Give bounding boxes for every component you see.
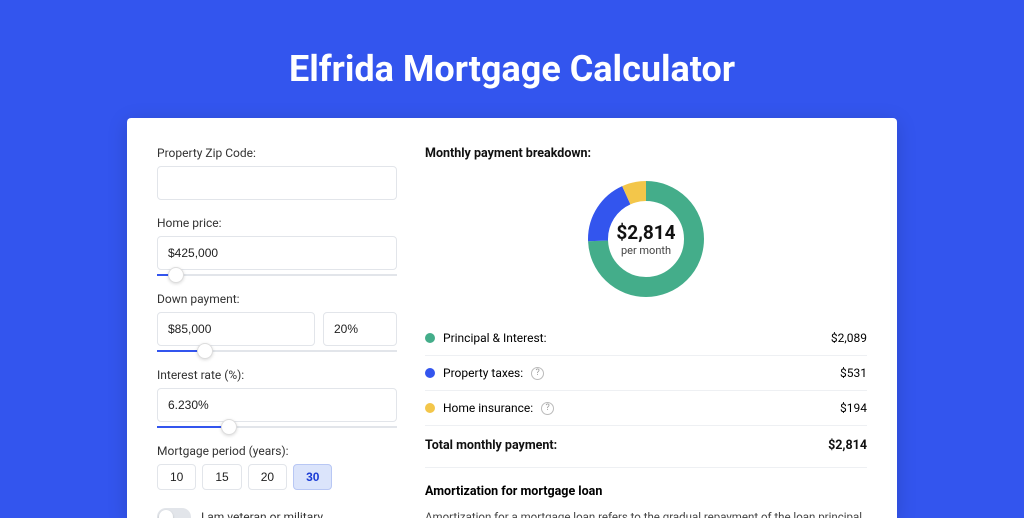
period-btn-20[interactable]: 20 — [248, 464, 287, 490]
total-row: Total monthly payment: $2,814 — [425, 425, 867, 467]
legend-dot-green — [425, 333, 435, 343]
breakdown-item-value: $2,089 — [831, 331, 867, 345]
legend-dot-blue — [425, 368, 435, 378]
donut-sublabel: per month — [621, 244, 671, 257]
donut-chart-wrap: $2,814 per month — [425, 175, 867, 303]
donut-amount: $2,814 — [616, 221, 675, 244]
rate-slider-fill — [157, 426, 229, 428]
down-payment-pct-input[interactable] — [323, 312, 397, 346]
veteran-label: I am veteran or military — [201, 510, 323, 518]
breakdown-item-value: $194 — [840, 401, 867, 415]
home-price-label: Home price: — [157, 216, 397, 230]
page-title: Elfrida Mortgage Calculator — [0, 48, 1024, 90]
rate-label: Interest rate (%): — [157, 368, 397, 382]
rate-slider[interactable] — [157, 426, 397, 428]
form-panel: Property Zip Code: Home price: Down paym… — [157, 146, 397, 518]
rate-field: Interest rate (%): — [157, 368, 397, 428]
period-btn-15[interactable]: 15 — [202, 464, 241, 490]
veteran-row: I am veteran or military — [157, 508, 397, 518]
zip-field: Property Zip Code: — [157, 146, 397, 200]
breakdown-item-label: Principal & Interest: — [443, 331, 547, 345]
info-icon[interactable]: ? — [541, 402, 554, 415]
info-icon[interactable]: ? — [531, 367, 544, 380]
amortization-body: Amortization for a mortgage loan refers … — [425, 509, 867, 518]
total-label: Total monthly payment: — [425, 438, 557, 453]
rate-input[interactable] — [157, 388, 397, 422]
period-label: Mortgage period (years): — [157, 444, 397, 458]
rate-slider-thumb[interactable] — [221, 419, 237, 435]
breakdown-item-value: $531 — [840, 366, 867, 380]
home-price-input[interactable] — [157, 236, 397, 270]
breakdown-item-label: Home insurance: — [443, 401, 533, 415]
breakdown-rows: Principal & Interest: $2,089 Property taxe… — [425, 321, 867, 425]
donut-center: $2,814 per month — [582, 175, 710, 303]
amortization-title: Amortization for mortgage loan — [425, 484, 867, 499]
down-payment-input[interactable] — [157, 312, 315, 346]
period-field: Mortgage period (years): 1015 2030 — [157, 444, 397, 490]
zip-input[interactable] — [157, 166, 397, 200]
calculator-card: Property Zip Code: Home price: Down paym… — [127, 118, 897, 518]
breakdown-row: Home insurance: ? $194 — [425, 391, 867, 425]
donut-chart: $2,814 per month — [582, 175, 710, 303]
down-payment-slider[interactable] — [157, 350, 397, 352]
breakdown-title: Monthly payment breakdown: — [425, 146, 867, 161]
total-value: $2,814 — [828, 438, 867, 453]
period-options: 1015 2030 — [157, 464, 397, 490]
legend-dot-yellow — [425, 403, 435, 413]
period-btn-30[interactable]: 30 — [293, 464, 332, 490]
zip-label: Property Zip Code: — [157, 146, 397, 160]
home-price-field: Home price: — [157, 216, 397, 276]
hero: Elfrida Mortgage Calculator — [0, 0, 1024, 118]
breakdown-row: Property taxes: ? $531 — [425, 356, 867, 391]
veteran-toggle[interactable] — [157, 508, 191, 518]
home-price-slider-thumb[interactable] — [168, 267, 184, 283]
home-price-slider[interactable] — [157, 274, 397, 276]
breakdown-panel: Monthly payment breakdown: $2,814 per mo… — [425, 146, 867, 518]
down-payment-label: Down payment: — [157, 292, 397, 306]
breakdown-item-label: Property taxes: — [443, 366, 523, 380]
down-payment-slider-thumb[interactable] — [197, 343, 213, 359]
period-btn-10[interactable]: 10 — [157, 464, 196, 490]
amortization-section: Amortization for mortgage loan Amortizat… — [425, 467, 867, 518]
down-payment-field: Down payment: — [157, 292, 397, 352]
breakdown-row: Principal & Interest: $2,089 — [425, 321, 867, 356]
